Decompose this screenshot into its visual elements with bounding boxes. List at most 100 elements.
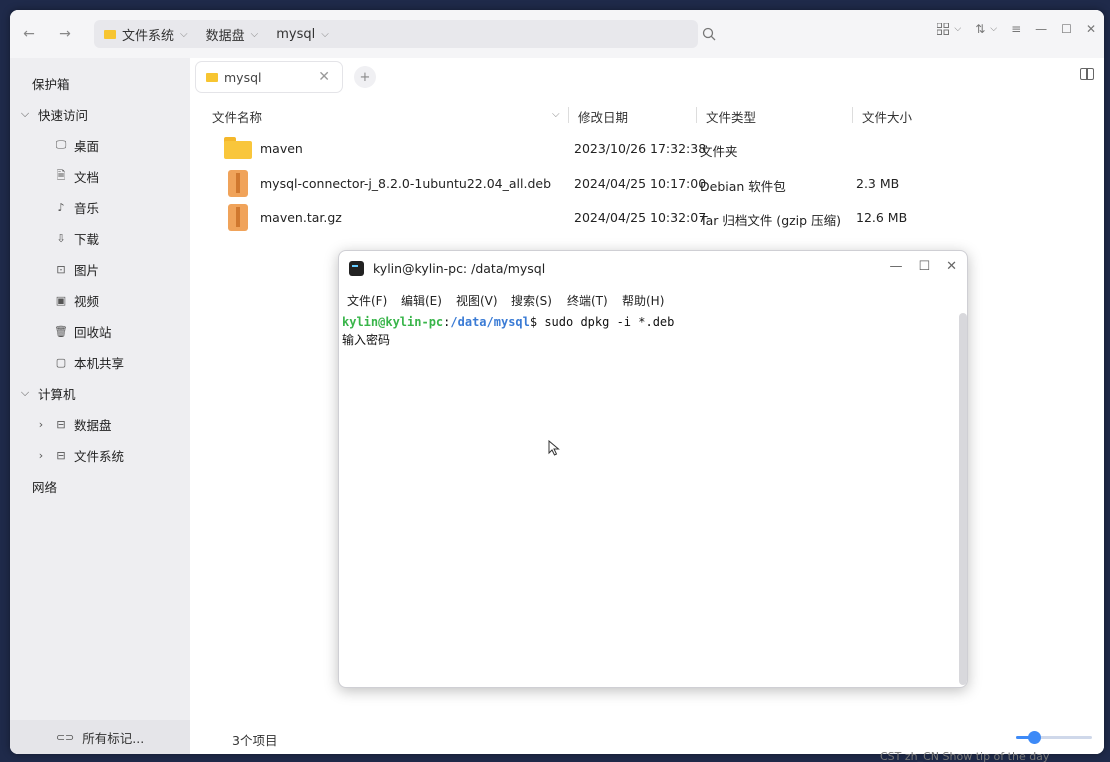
sidebar-item-quick-access[interactable]: ⌵ 快速访问 — [10, 99, 190, 129]
file-type: Tar 归档文件 (gzip 压缩) — [700, 213, 841, 228]
chevron-down-icon[interactable]: ⌵ — [18, 386, 32, 400]
sidebar-item-music[interactable]: ♪ 音乐 — [10, 192, 190, 222]
sidebar-item-label: 计算机 — [38, 386, 76, 402]
sidebar-item-pictures[interactable]: ⊡ 图片 — [10, 254, 190, 284]
menu-terminal[interactable]: 终端(T) — [567, 292, 608, 309]
terminal-command: $ sudo dpkg -i *.deb — [529, 315, 675, 329]
tab-mysql[interactable]: mysql ✕ — [196, 62, 342, 92]
picture-icon: ⊡ — [56, 262, 66, 276]
sidebar-item-desktop[interactable]: 🖵 桌面 — [10, 130, 190, 160]
folder-icon — [206, 72, 218, 82]
drive-icon: ⊟ — [56, 448, 66, 462]
chevron-down-icon[interactable]: ⌵ — [18, 107, 32, 121]
terminal-menubar: 文件(F) 编辑(E) 视图(V) 搜索(S) 终端(T) 帮助(H) — [339, 289, 967, 311]
trash-icon: 🗑 — [54, 324, 68, 338]
sidebar-item-label: 图片 — [74, 262, 100, 278]
column-divider — [568, 107, 569, 123]
sidebar-item-label: 保护箱 — [32, 76, 70, 92]
table-row[interactable]: maven.tar.gz 2024/04/25 10:32:07 Tar 归档文… — [190, 201, 1104, 235]
taskbar-status-text: CST zh_CN Show tip of the day — [880, 752, 1050, 762]
sort-icon[interactable]: ⇅ ⌵ — [975, 22, 997, 36]
close-icon[interactable]: ✕ — [946, 259, 957, 274]
prompt-user: kylin@kylin-pc — [342, 315, 444, 329]
terminal-window[interactable]: kylin@kylin-pc: /data/mysql — ☐ ✕ 文件(F) … — [338, 250, 968, 688]
terminal-title: kylin@kylin-pc: /data/mysql — [373, 261, 546, 276]
maximize-icon[interactable]: ☐ — [1061, 22, 1072, 36]
breadcrumb-item-datadisk[interactable]: 数据盘 ⌵ — [206, 25, 259, 44]
prompt-path: /data/mysql — [450, 315, 530, 329]
terminal-output-line: 输入密码 — [342, 333, 391, 347]
all-tags-button[interactable]: ⊂⊃ 所有标记... — [10, 720, 190, 754]
sidebar-item-computer[interactable]: ⌵ 计算机 — [10, 378, 190, 408]
table-row[interactable]: maven 2023/10/26 17:32:38 文件夹 — [190, 132, 1104, 166]
column-size[interactable]: 文件大小 — [862, 107, 912, 126]
menu-view[interactable]: 视图(V) — [456, 292, 498, 309]
zoom-slider-handle[interactable] — [1028, 731, 1042, 744]
document-icon: 🗎 — [56, 168, 66, 182]
window-controls: ⌵ ⇅ ⌵ ≡ — ☐ ✕ — [937, 22, 1096, 36]
chevron-down-icon[interactable]: ⌵ — [552, 109, 560, 120]
all-tags-label: 所有标记... — [82, 730, 145, 746]
breadcrumb: 文件系统 ⌵ 数据盘 ⌵ mysql ⌵ — [94, 20, 698, 48]
chevron-down-icon[interactable]: ⌵ — [321, 29, 329, 40]
column-name[interactable]: 文件名称 — [212, 107, 262, 126]
sidebar-item-documents[interactable]: 🗎 文档 — [10, 161, 190, 191]
sidebar-panel-icon[interactable] — [1080, 68, 1094, 80]
sidebar-item-label: 桌面 — [74, 138, 100, 154]
share-icon: ▢ — [55, 355, 67, 369]
table-row[interactable]: mysql-connector-j_8.2.0-1ubuntu22.04_all… — [190, 167, 1104, 201]
sidebar-item-network[interactable]: 网络 — [10, 471, 190, 501]
sidebar-item-downloads[interactable]: ⇩ 下载 — [10, 223, 190, 253]
sidebar-item-trash[interactable]: 🗑 回收站 — [10, 316, 190, 346]
chevron-down-icon[interactable]: ⌵ — [180, 29, 188, 40]
sidebar-item-share[interactable]: ▢ 本机共享 — [10, 347, 190, 377]
maximize-icon[interactable]: ☐ — [918, 259, 930, 274]
chevron-right-icon[interactable]: › — [34, 449, 48, 462]
column-type[interactable]: 文件类型 — [706, 107, 756, 126]
sidebar-item-vault[interactable]: 保护箱 — [10, 68, 190, 98]
menu-help[interactable]: 帮助(H) — [622, 292, 664, 309]
sidebar-item-label: 网络 — [32, 479, 58, 495]
sidebar-item-label: 回收站 — [74, 324, 112, 340]
menu-search[interactable]: 搜索(S) — [511, 292, 552, 309]
sidebar-item-label: 快速访问 — [38, 107, 89, 123]
add-tab-button[interactable]: + — [354, 66, 376, 88]
menu-file[interactable]: 文件(F) — [347, 292, 387, 309]
download-icon: ⇩ — [56, 231, 66, 245]
file-size: 2.3 MB — [856, 176, 900, 191]
file-size: 12.6 MB — [856, 210, 908, 225]
package-icon — [228, 170, 248, 197]
forward-button[interactable]: → — [52, 21, 78, 47]
column-modified[interactable]: 修改日期 — [578, 107, 628, 126]
chevron-down-icon[interactable]: ⌵ — [251, 29, 259, 40]
minimize-icon[interactable]: — — [889, 259, 902, 274]
close-icon[interactable]: ✕ — [318, 69, 330, 85]
file-modified: 2024/04/25 10:17:00 — [574, 176, 707, 191]
minimize-icon[interactable]: — — [1035, 22, 1047, 36]
terminal-command-line: kylin@kylin-pc:/data/mysql$ sudo dpkg -i… — [342, 315, 674, 329]
column-header: 文件名称 ⌵ 修改日期 文件类型 文件大小 — [190, 102, 1104, 128]
desktop-icon: 🖵 — [55, 138, 67, 151]
breadcrumb-item-filesystem[interactable]: 文件系统 ⌵ — [104, 25, 188, 44]
terminal-output[interactable]: kylin@kylin-pc:/data/mysql$ sudo dpkg -i… — [339, 313, 959, 687]
search-icon[interactable] — [696, 22, 722, 46]
menu-icon[interactable]: ≡ — [1011, 22, 1021, 36]
sidebar-item-filesystem[interactable]: › ⊟ 文件系统 — [10, 440, 190, 470]
breadcrumb-label: 数据盘 — [205, 28, 245, 44]
view-mode-icon[interactable]: ⌵ — [937, 23, 961, 35]
breadcrumb-label: 文件系统 — [122, 28, 175, 44]
folder-icon — [104, 29, 116, 39]
chevron-right-icon[interactable]: › — [34, 418, 48, 431]
back-button[interactable]: ← — [16, 21, 42, 47]
terminal-scrollbar[interactable] — [959, 313, 967, 685]
file-name: maven.tar.gz — [260, 210, 342, 225]
sidebar-item-datadisk[interactable]: › ⊟ 数据盘 — [10, 409, 190, 439]
sidebar-item-videos[interactable]: ▣ 视频 — [10, 285, 190, 315]
file-modified: 2024/04/25 10:32:07 — [574, 210, 707, 225]
menu-edit[interactable]: 编辑(E) — [401, 292, 442, 309]
sidebar-item-label: 数据盘 — [74, 417, 112, 433]
breadcrumb-item-mysql[interactable]: mysql ⌵ — [276, 27, 329, 42]
column-divider — [696, 107, 697, 123]
zoom-slider[interactable] — [1016, 731, 1092, 744]
close-icon[interactable]: ✕ — [1086, 22, 1096, 36]
